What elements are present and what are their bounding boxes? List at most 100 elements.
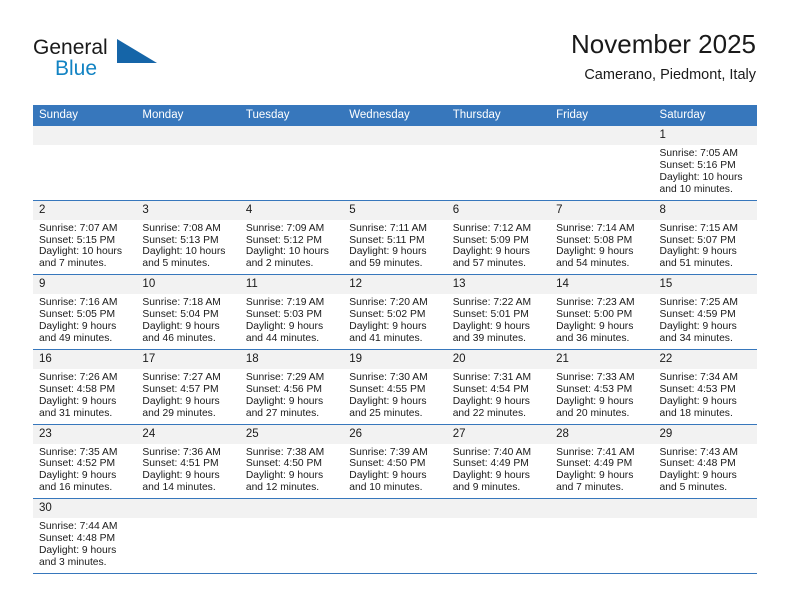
page-header: General Blue November 2025 Camerano, Pie… bbox=[0, 0, 792, 98]
sunset-text: Sunset: 4:48 PM bbox=[659, 458, 736, 470]
daylight-text-line2: and 59 minutes. bbox=[349, 258, 423, 270]
day-cell[interactable]: 28 Sunrise: 7:41 AM Sunset: 4:49 PM Dayligh… bbox=[550, 424, 654, 500]
day-cell[interactable]: 6 Sunrise: 7:12 AM Sunset: 5:09 PM Daylight… bbox=[446, 200, 551, 276]
day-cell[interactable]: 7 Sunrise: 7:14 AM Sunset: 5:08 PM Daylight… bbox=[550, 200, 654, 276]
day-number: 26 bbox=[343, 424, 447, 444]
daylight-text-line1: Daylight: 10 hours bbox=[142, 246, 226, 258]
day-cell[interactable]: 1 Sunrise: 7:05 AM Sunset: 5:16 PM Daylight… bbox=[653, 126, 757, 201]
day-cell[interactable]: 4 Sunrise: 7:09 AM Sunset: 5:12 PM Daylight… bbox=[239, 200, 344, 276]
day-cell[interactable]: 10 Sunrise: 7:18 AM Sunset: 5:04 PM Dayligh… bbox=[136, 274, 240, 350]
day-cell[interactable]: 25 Sunrise: 7:38 AM Sunset: 4:50 PM Dayligh… bbox=[239, 424, 344, 500]
day-cell[interactable]: 20 Sunrise: 7:31 AM Sunset: 4:54 PM Dayligh… bbox=[446, 349, 551, 425]
week-row: 1 Sunrise: 7:05 AM Sunset: 5:16 PM Daylight… bbox=[33, 126, 757, 201]
day-info: Sunrise: 7:14 AM Sunset: 5:08 PM Daylight:… bbox=[550, 220, 653, 275]
day-cell[interactable] bbox=[33, 126, 137, 201]
day-cell[interactable] bbox=[136, 498, 240, 574]
title-block: November 2025 Camerano, Piedmont, Italy bbox=[571, 28, 756, 84]
daylight-text-line1: Daylight: 10 hours bbox=[659, 171, 743, 183]
sunrise-text: Sunrise: 7:27 AM bbox=[142, 371, 221, 383]
day-number bbox=[136, 499, 240, 519]
day-cell[interactable] bbox=[239, 126, 344, 201]
sunrise-text: Sunrise: 7:29 AM bbox=[245, 371, 325, 383]
weekday-header-friday: Friday bbox=[550, 105, 654, 126]
weekday-header-wednesday: Wednesday bbox=[343, 105, 447, 126]
day-cell[interactable]: 8 Sunrise: 7:15 AM Sunset: 5:07 PM Daylight… bbox=[653, 200, 757, 276]
sunset-text: Sunset: 5:15 PM bbox=[39, 234, 116, 246]
daylight-text-line1: Daylight: 9 hours bbox=[452, 321, 530, 333]
day-number bbox=[653, 499, 757, 519]
day-cell[interactable]: 3 Sunrise: 7:08 AM Sunset: 5:13 PM Daylight… bbox=[136, 200, 240, 276]
sunrise-text: Sunrise: 7:20 AM bbox=[349, 297, 428, 309]
daylight-text-line2: and 5 minutes. bbox=[659, 482, 728, 494]
day-cell[interactable] bbox=[550, 498, 654, 574]
day-cell[interactable] bbox=[239, 498, 344, 574]
daylight-text-line2: and 46 minutes. bbox=[142, 332, 216, 344]
day-cell[interactable]: 30 Sunrise: 7:44 AM Sunset: 4:48 PM Dayligh… bbox=[33, 498, 137, 574]
day-cell[interactable]: 15 Sunrise: 7:25 AM Sunset: 4:59 PM Dayligh… bbox=[653, 274, 757, 350]
daylight-text-line1: Daylight: 10 hours bbox=[39, 246, 122, 258]
day-cell[interactable]: 26 Sunrise: 7:39 AM Sunset: 4:50 PM Dayligh… bbox=[343, 424, 447, 500]
daylight-text-line1: Daylight: 9 hours bbox=[39, 544, 117, 556]
day-cell[interactable] bbox=[343, 126, 447, 201]
daylight-text-line1: Daylight: 9 hours bbox=[142, 321, 220, 333]
daylight-text-line1: Daylight: 9 hours bbox=[452, 395, 530, 407]
day-number: 10 bbox=[136, 275, 240, 295]
week-row: 2 Sunrise: 7:07 AM Sunset: 5:15 PM Daylight… bbox=[33, 200, 757, 276]
day-cell[interactable]: 2 Sunrise: 7:07 AM Sunset: 5:15 PM Daylight… bbox=[33, 200, 137, 276]
day-number bbox=[239, 499, 344, 519]
day-number bbox=[136, 126, 240, 145]
day-number: 24 bbox=[136, 424, 240, 444]
day-info: Sunrise: 7:33 AM Sunset: 4:53 PM Daylight:… bbox=[550, 369, 653, 424]
day-info: Sunrise: 7:16 AM Sunset: 5:05 PM Daylight:… bbox=[33, 294, 136, 349]
day-cell[interactable]: 24 Sunrise: 7:36 AM Sunset: 4:51 PM Dayligh… bbox=[136, 424, 240, 500]
day-cell[interactable]: 17 Sunrise: 7:27 AM Sunset: 4:57 PM Dayligh… bbox=[136, 349, 240, 425]
day-cell[interactable] bbox=[136, 126, 240, 201]
day-cell[interactable]: 23 Sunrise: 7:35 AM Sunset: 4:52 PM Dayligh… bbox=[33, 424, 137, 500]
week-row: 23 Sunrise: 7:35 AM Sunset: 4:52 PM Dayligh… bbox=[33, 424, 757, 500]
daylight-text-line2: and 49 minutes. bbox=[39, 332, 113, 344]
day-cell[interactable] bbox=[446, 126, 551, 201]
day-cell[interactable]: 22 Sunrise: 7:34 AM Sunset: 4:53 PM Dayligh… bbox=[653, 349, 757, 425]
day-cell[interactable] bbox=[550, 126, 654, 201]
sunrise-text: Sunrise: 7:26 AM bbox=[39, 371, 118, 383]
day-cell[interactable] bbox=[446, 498, 551, 574]
sunrise-text: Sunrise: 7:15 AM bbox=[659, 222, 738, 234]
day-cell[interactable]: 5 Sunrise: 7:11 AM Sunset: 5:11 PM Daylight… bbox=[343, 200, 447, 276]
daylight-text-line1: Daylight: 10 hours bbox=[245, 246, 329, 258]
daylight-text-line2: and 2 minutes. bbox=[245, 258, 314, 270]
daylight-text-line2: and 7 minutes. bbox=[556, 482, 624, 494]
day-info: Sunrise: 7:26 AM Sunset: 4:58 PM Daylight:… bbox=[33, 369, 136, 424]
day-number: 5 bbox=[343, 200, 447, 220]
day-cell[interactable]: 14 Sunrise: 7:23 AM Sunset: 5:00 PM Dayligh… bbox=[550, 274, 654, 350]
sunset-text: Sunset: 4:54 PM bbox=[452, 383, 529, 395]
day-number: 25 bbox=[239, 424, 344, 444]
sunrise-text: Sunrise: 7:34 AM bbox=[659, 371, 738, 383]
day-cell[interactable] bbox=[343, 498, 447, 574]
day-number: 3 bbox=[136, 200, 240, 220]
day-cell[interactable]: 18 Sunrise: 7:29 AM Sunset: 4:56 PM Dayligh… bbox=[239, 349, 344, 425]
day-cell[interactable]: 13 Sunrise: 7:22 AM Sunset: 5:01 PM Dayligh… bbox=[446, 274, 551, 350]
daylight-text-line2: and 3 minutes. bbox=[39, 556, 107, 568]
day-cell[interactable]: 19 Sunrise: 7:30 AM Sunset: 4:55 PM Dayligh… bbox=[343, 349, 447, 425]
sunset-text: Sunset: 4:57 PM bbox=[142, 383, 219, 395]
day-number bbox=[239, 126, 344, 145]
day-cell[interactable]: 16 Sunrise: 7:26 AM Sunset: 4:58 PM Dayligh… bbox=[33, 349, 137, 425]
general-blue-logo[interactable]: General Blue bbox=[33, 36, 203, 88]
day-cell[interactable]: 11 Sunrise: 7:19 AM Sunset: 5:03 PM Dayligh… bbox=[239, 274, 344, 350]
sunrise-text: Sunrise: 7:41 AM bbox=[556, 446, 635, 458]
day-number bbox=[446, 499, 551, 519]
day-cell[interactable]: 27 Sunrise: 7:40 AM Sunset: 4:49 PM Dayligh… bbox=[446, 424, 551, 500]
day-number: 17 bbox=[136, 349, 240, 369]
day-info: Sunrise: 7:12 AM Sunset: 5:09 PM Daylight:… bbox=[447, 220, 550, 275]
day-number: 14 bbox=[550, 275, 654, 295]
day-cell[interactable]: 9 Sunrise: 7:16 AM Sunset: 5:05 PM Daylight… bbox=[33, 274, 137, 350]
daylight-text-line1: Daylight: 9 hours bbox=[659, 246, 737, 258]
day-info: Sunrise: 7:38 AM Sunset: 4:50 PM Daylight:… bbox=[240, 444, 343, 499]
day-cell[interactable]: 12 Sunrise: 7:20 AM Sunset: 5:02 PM Dayligh… bbox=[343, 274, 447, 350]
daylight-text-line1: Daylight: 9 hours bbox=[349, 395, 427, 407]
day-cell[interactable]: 29 Sunrise: 7:43 AM Sunset: 4:48 PM Dayligh… bbox=[653, 424, 757, 500]
sunset-text: Sunset: 5:01 PM bbox=[452, 309, 529, 321]
daylight-text-line1: Daylight: 9 hours bbox=[142, 470, 220, 482]
day-cell[interactable]: 21 Sunrise: 7:33 AM Sunset: 4:53 PM Dayligh… bbox=[550, 349, 654, 425]
day-cell[interactable] bbox=[653, 498, 757, 574]
